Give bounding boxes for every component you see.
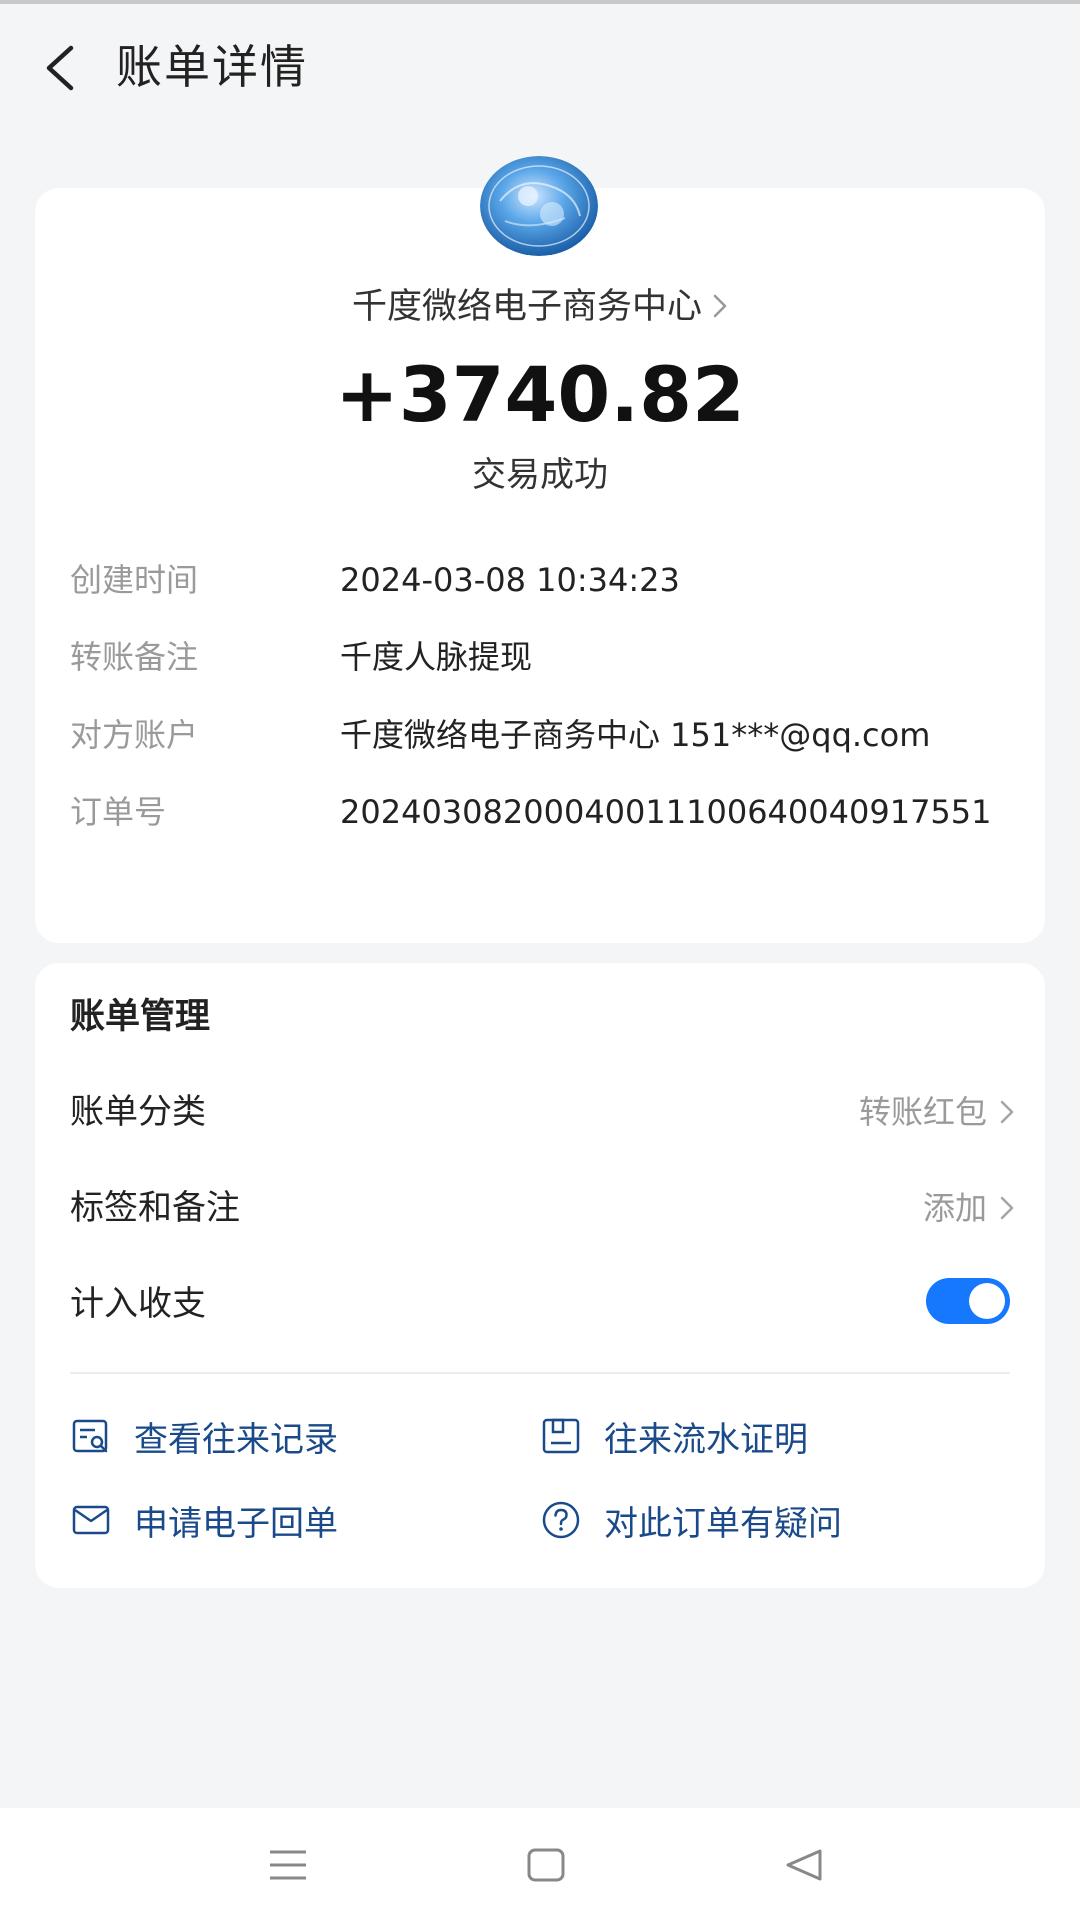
back-button[interactable] (30, 38, 90, 98)
apply-e-receipt-link[interactable]: 申请电子回单 (70, 1492, 338, 1548)
include-in-budget-label: 计入收支 (70, 1284, 206, 1324)
detail-value: 千度微络电子商务中心 151***@qq.com (340, 716, 931, 754)
document-icon (540, 1415, 582, 1457)
tags-notes-value: 添加 (922, 1189, 987, 1227)
detail-label: 对方账户 (70, 716, 199, 754)
bill-category-label: 账单分类 (70, 1092, 206, 1132)
statement-proof-link[interactable]: 往来流水证明 (540, 1408, 808, 1464)
tags-notes-row[interactable]: 标签和备注 添加 (70, 1178, 1015, 1238)
menu-nav-button[interactable] (258, 1840, 318, 1890)
chevron-right-icon (712, 283, 728, 333)
detail-label: 转账备注 (70, 638, 199, 676)
system-nav-bar (0, 1808, 1080, 1920)
records-search-icon (70, 1415, 112, 1457)
include-in-budget-toggle[interactable] (926, 1278, 1010, 1324)
envelope-icon (70, 1499, 112, 1541)
chevron-right-icon (1000, 1196, 1014, 1220)
back-arrow-icon (46, 45, 74, 91)
statement-proof-label: 往来流水证明 (604, 1419, 808, 1460)
merchant-name: 千度微络电子商务中心 (351, 287, 702, 327)
order-question-link[interactable]: 对此订单有疑问 (540, 1492, 842, 1548)
section-title: 账单管理 (70, 997, 211, 1037)
back-triangle-icon (786, 1849, 822, 1881)
detail-value: 2024-03-08 10:34:23 (340, 561, 680, 599)
chevron-right-icon (1000, 1100, 1014, 1124)
detail-label: 订单号 (70, 793, 167, 831)
transaction-amount: +3740.82 (335, 350, 745, 439)
transaction-status: 交易成功 (472, 455, 608, 495)
detail-value: 千度人脉提现 (340, 638, 533, 676)
toggle-knob (969, 1283, 1005, 1319)
question-circle-icon (540, 1499, 582, 1541)
page-title: 账单详情 (116, 40, 308, 94)
home-square-icon (527, 1848, 565, 1882)
tags-notes-label: 标签和备注 (70, 1188, 240, 1228)
order-question-label: 对此订单有疑问 (604, 1503, 842, 1544)
detail-value[interactable]: 20240308200040011100640040917551 (340, 788, 1065, 836)
include-in-budget-row: 计入收支 (70, 1274, 1015, 1334)
bill-category-value: 转账红包 (858, 1093, 987, 1131)
divider (70, 1372, 1010, 1374)
home-nav-button[interactable] (516, 1840, 576, 1890)
view-records-link[interactable]: 查看往来记录 (70, 1408, 338, 1464)
back-nav-button[interactable] (774, 1840, 834, 1890)
view-records-label: 查看往来记录 (134, 1419, 338, 1460)
bill-category-row[interactable]: 账单分类 转账红包 (70, 1082, 1015, 1142)
detail-label: 创建时间 (70, 561, 199, 599)
apply-e-receipt-label: 申请电子回单 (134, 1503, 338, 1544)
status-bar-edge (0, 0, 1080, 4)
menu-icon (270, 1850, 306, 1880)
header: 账单详情 (0, 20, 1080, 110)
merchant-link[interactable]: 千度微络电子商务中心 (0, 282, 1080, 333)
merchant-avatar (480, 156, 598, 256)
